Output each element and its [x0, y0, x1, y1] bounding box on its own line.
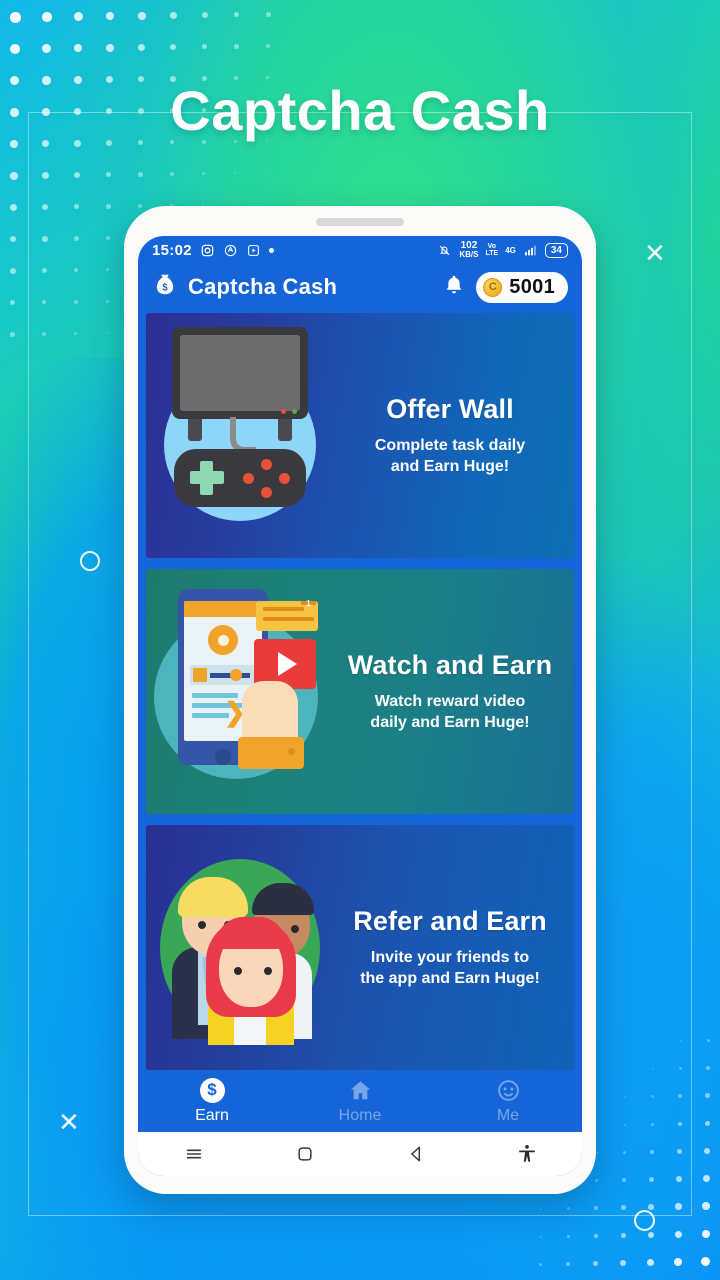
profile-face-icon [495, 1077, 521, 1103]
slider-control [190, 665, 256, 686]
tv-screen [180, 335, 300, 412]
tv-leg-right [278, 419, 292, 442]
notification-badge: 1 [301, 599, 316, 608]
nav-item-earn[interactable]: $ Earn [138, 1077, 286, 1125]
card-offer-wall-title: Offer Wall [386, 394, 514, 425]
phone-screen: 15:02 102 KB/S Vo LTE 4G 34 $ Captcha Ca… [138, 236, 582, 1176]
nav-item-home[interactable]: Home [286, 1077, 434, 1125]
gamepad-icon [174, 449, 306, 508]
card-refer-and-earn[interactable]: Refer and Earn Invite your friends to th… [146, 825, 574, 1071]
phone-video-illustration: ❯ 1 [146, 569, 332, 814]
coin-balance-badge[interactable]: C 5001 [476, 271, 568, 303]
three-people-illustration [146, 825, 332, 1070]
page-title: Captcha Cash [170, 79, 550, 142]
volte-line1: Vo [487, 243, 497, 251]
network-speed-indicator: 102 KB/S [459, 241, 478, 259]
card-offer-wall-text: Offer Wall Complete task daily and Earn … [332, 394, 574, 477]
volte-icon: Vo LTE [486, 243, 499, 257]
card-watch-and-earn-text: Watch and Earn Watch reward video daily … [332, 650, 574, 733]
gamepad-button-1 [261, 459, 272, 471]
media-icon [246, 243, 261, 258]
coin-balance-value: 5001 [509, 275, 555, 298]
cable-icon [230, 417, 256, 454]
card-refer-and-earn-text: Refer and Earn Invite your friends to th… [332, 906, 574, 989]
menu-icon[interactable] [138, 1143, 249, 1165]
nav-item-me[interactable]: Me [434, 1077, 582, 1125]
decorative-x-bottom-left: ✕ [58, 1107, 80, 1137]
decorative-x-top-right: ✕ [644, 238, 666, 268]
gamepad-button-3 [279, 473, 290, 485]
dpad-vertical [200, 461, 213, 496]
app-bar: $ Captcha Cash C 5001 [138, 265, 582, 309]
accessibility-icon[interactable] [471, 1143, 582, 1165]
dollar-coin-icon: $ [199, 1077, 225, 1103]
status-bar-time: 15:02 [152, 241, 192, 259]
home-square-icon[interactable] [249, 1144, 360, 1164]
bell-off-icon [437, 243, 452, 258]
notification-card: 1 [256, 599, 318, 632]
money-bag-icon: $ [152, 272, 178, 303]
bell-icon[interactable] [442, 273, 466, 302]
network-type-label: 4G [505, 245, 516, 255]
nav-item-home-label: Home [338, 1107, 382, 1124]
card-refer-and-earn-title: Refer and Earn [353, 906, 547, 937]
gamepad-button-4 [261, 487, 272, 499]
status-bar-right: 102 KB/S Vo LTE 4G 34 [437, 241, 568, 259]
app-bar-title: Captcha Cash [188, 274, 338, 300]
phone-speaker [316, 218, 404, 226]
card-watch-and-earn-title: Watch and Earn [347, 650, 553, 681]
card-refer-and-earn-subtitle-line1: Invite your friends to [370, 949, 530, 967]
card-list: Offer Wall Complete task daily and Earn … [138, 309, 582, 1071]
battery-icon: 34 [544, 242, 568, 258]
android-navigation-bar [138, 1131, 582, 1176]
phone-mockup: 15:02 102 KB/S Vo LTE 4G 34 $ Captcha Ca… [124, 206, 596, 1194]
coin-icon: C [483, 277, 503, 297]
card-refer-and-earn-subtitle-line2: the app and Earn Huge! [360, 969, 540, 987]
instagram-icon [200, 243, 215, 258]
dot-indicator-icon [268, 247, 274, 253]
smartphone-header-bar [184, 601, 262, 618]
card-watch-and-earn-subtitle-line2: daily and Earn Huge! [370, 713, 530, 731]
svg-text:$: $ [162, 282, 168, 293]
tv-leg-left [188, 419, 202, 442]
signal-bars-icon [523, 243, 538, 258]
sleeve-cuff [238, 737, 304, 770]
tv-led-green [292, 409, 297, 415]
nav-item-me-label: Me [496, 1107, 520, 1124]
card-watch-and-earn[interactable]: ❯ 1 Watch and Earn Watch reward video da… [146, 569, 574, 815]
smartphone-home-button [215, 749, 231, 766]
back-triangle-icon[interactable] [360, 1144, 471, 1164]
avatar [208, 625, 238, 656]
app-icon [223, 243, 238, 258]
gamepad-button-2 [243, 473, 254, 485]
home-icon [347, 1077, 373, 1103]
status-bar: 15:02 102 KB/S Vo LTE 4G 34 [138, 236, 582, 265]
gamepad-tv-illustration [146, 313, 332, 558]
card-offer-wall-subtitle-line2: and Earn Huge! [390, 457, 510, 475]
decorative-ring-left [80, 551, 100, 571]
network-speed-unit: KB/S [459, 250, 479, 260]
nav-item-earn-label: Earn [195, 1107, 229, 1124]
tv-icon [172, 327, 308, 420]
bottom-navigation: $ Earn Home Me [138, 1070, 582, 1132]
person-front-fringe [216, 917, 286, 950]
card-watch-and-earn-subtitle-line1: Watch reward video [374, 693, 526, 711]
tv-led-red [281, 409, 286, 415]
volte-line2: LTE [485, 250, 499, 258]
card-offer-wall-subtitle-line1: Complete task daily [374, 437, 526, 455]
decorative-ring-bottom-right [634, 1210, 655, 1231]
status-bar-left: 15:02 [152, 242, 274, 259]
card-offer-wall[interactable]: Offer Wall Complete task daily and Earn … [146, 313, 574, 559]
